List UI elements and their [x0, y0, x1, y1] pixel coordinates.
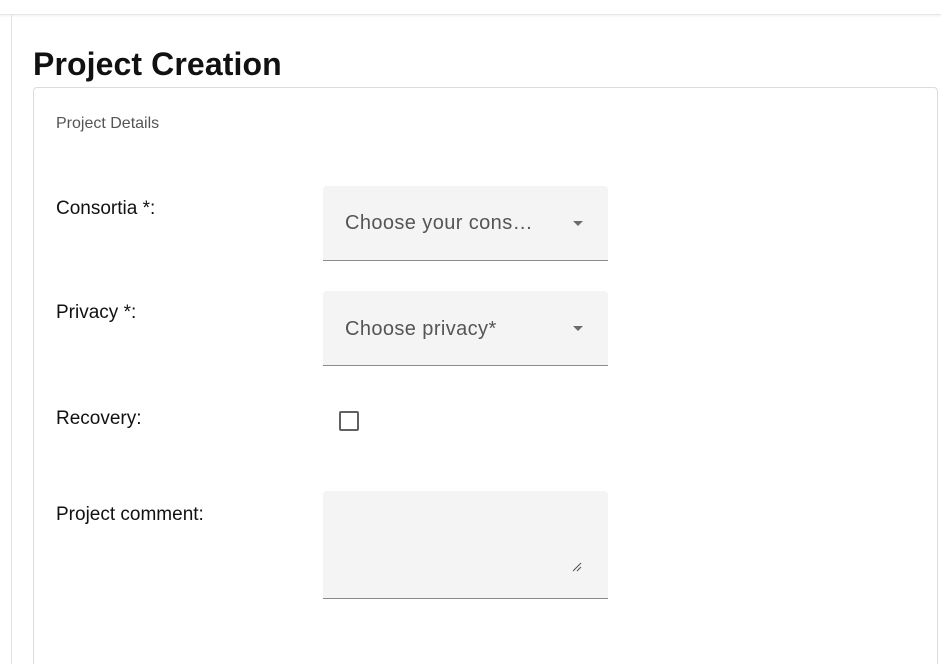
- top-bar: [0, 0, 941, 15]
- privacy-placeholder: Choose privacy*: [345, 318, 497, 340]
- project-comment-textarea[interactable]: [323, 491, 608, 599]
- consortia-caret-down-icon: [573, 221, 583, 226]
- recovery-label: Recovery:: [56, 408, 142, 429]
- left-divider: [11, 15, 12, 664]
- section-title: Project Details: [56, 115, 160, 132]
- privacy-label: Privacy *:: [56, 302, 137, 323]
- recovery-checkbox[interactable]: [339, 411, 359, 431]
- project-creation-page: Project Creation Project Details Consort…: [0, 0, 941, 664]
- privacy-select[interactable]: Choose privacy*: [323, 291, 608, 366]
- resize-handle-icon[interactable]: [571, 561, 583, 573]
- consortia-select[interactable]: Choose your cons…: [323, 186, 608, 261]
- page-title: Project Creation: [33, 46, 282, 82]
- consortia-placeholder: Choose your cons…: [345, 212, 534, 234]
- project-comment-label: Project comment:: [56, 504, 204, 525]
- privacy-caret-down-icon: [573, 326, 583, 331]
- consortia-label: Consortia *:: [56, 198, 156, 219]
